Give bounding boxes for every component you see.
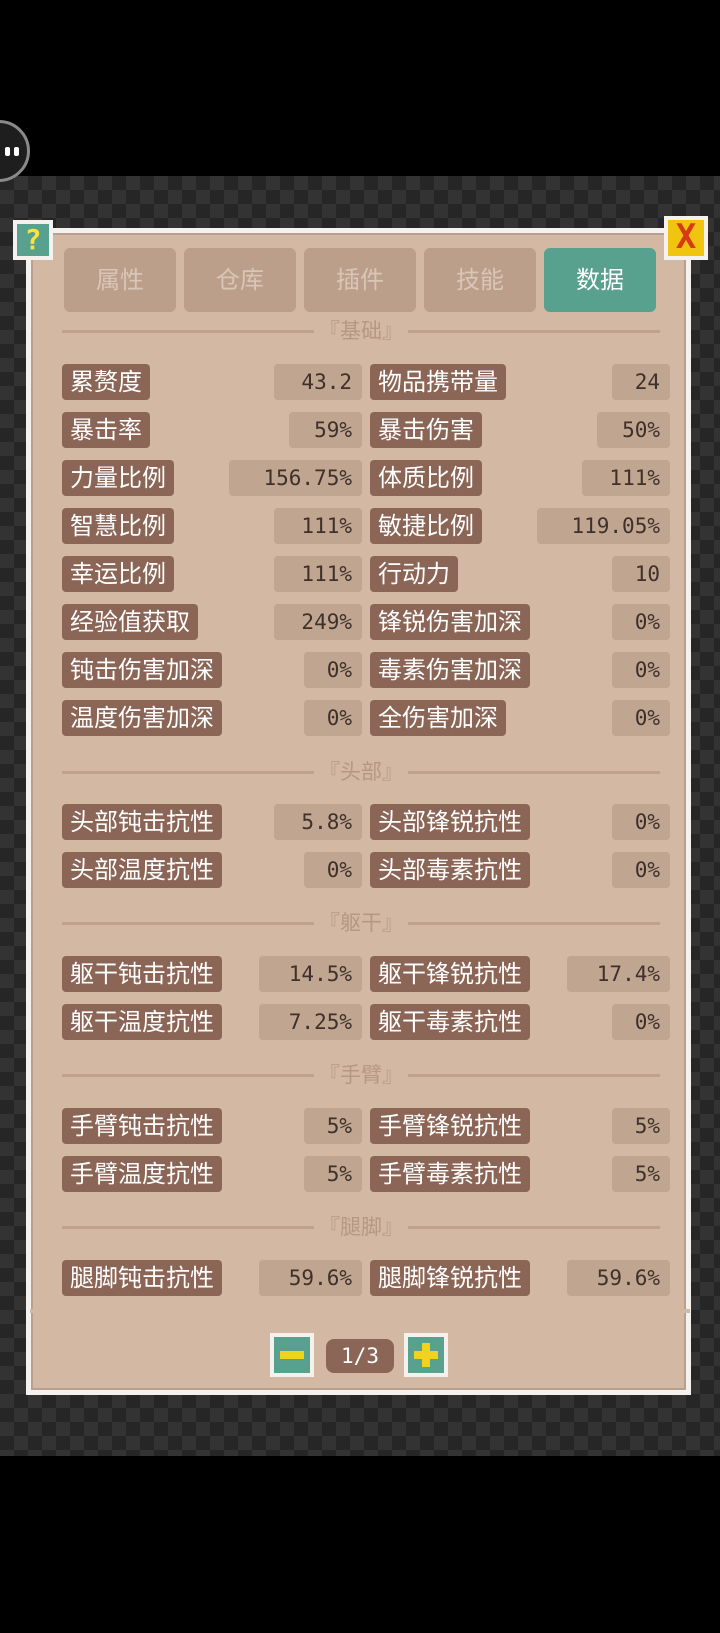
next-page-button[interactable]	[404, 1333, 448, 1377]
stat-label: 头部温度抗性	[62, 852, 222, 888]
stat-value: 0%	[612, 652, 670, 688]
stat-label: 敏捷比例	[370, 508, 482, 544]
stat-value: 0%	[612, 804, 670, 840]
stat-label: 躯干毒素抗性	[370, 1004, 530, 1040]
stat-label: 头部锋锐抗性	[370, 804, 530, 840]
section-header-head: 『头部』	[62, 757, 660, 787]
tab-skills[interactable]: 技能	[424, 248, 536, 312]
stat-value: 0%	[304, 852, 362, 888]
stat-value: 5%	[612, 1108, 670, 1144]
tab-attributes[interactable]: 属性	[64, 248, 176, 312]
stat-value: 119.05%	[537, 508, 670, 544]
stat-value: 24	[612, 364, 670, 400]
stat-label: 毒素伤害加深	[370, 652, 530, 688]
stat-value: 0%	[304, 700, 362, 736]
page-indicator: 1/3	[326, 1339, 394, 1373]
stat-value: 111%	[274, 556, 362, 592]
stat-value: 0%	[612, 700, 670, 736]
stat-value: 14.5%	[259, 956, 362, 992]
minus-icon	[280, 1351, 304, 1359]
stat-label: 暴击伤害	[370, 412, 482, 448]
stat-label: 腿脚钝击抗性	[62, 1260, 222, 1296]
stat-value: 7.25%	[259, 1004, 362, 1040]
stat-value: 5%	[304, 1108, 362, 1144]
stat-label: 行动力	[370, 556, 458, 592]
stat-value: 59.6%	[567, 1260, 670, 1296]
stat-label: 物品携带量	[370, 364, 506, 400]
stat-label: 手臂温度抗性	[62, 1156, 222, 1192]
stat-value: 0%	[304, 652, 362, 688]
stat-label: 力量比例	[62, 460, 174, 496]
stat-label: 手臂钝击抗性	[62, 1108, 222, 1144]
stat-value: 5%	[612, 1156, 670, 1192]
stat-value: 43.2	[274, 364, 362, 400]
stat-value: 0%	[612, 1004, 670, 1040]
stat-value: 111%	[274, 508, 362, 544]
avatar-eye-left	[5, 147, 10, 156]
stat-label: 手臂毒素抗性	[370, 1156, 530, 1192]
stat-value: 0%	[612, 604, 670, 640]
stat-label: 钝击伤害加深	[62, 652, 222, 688]
tab-storage[interactable]: 仓库	[184, 248, 296, 312]
help-button[interactable]: ?	[13, 220, 53, 260]
stat-value: 10	[612, 556, 670, 592]
stat-label: 手臂锋锐抗性	[370, 1108, 530, 1144]
stat-label: 经验值获取	[62, 604, 198, 640]
stat-value: 156.75%	[229, 460, 362, 496]
section-header-arms: 『手臂』	[62, 1060, 660, 1090]
stat-label: 头部钝击抗性	[62, 804, 222, 840]
stat-label: 全伤害加深	[370, 700, 506, 736]
avatar-button[interactable]	[0, 120, 30, 182]
stat-label: 腿脚锋锐抗性	[370, 1260, 530, 1296]
section-header-basic: 『基础』	[62, 316, 660, 346]
section-header-torso: 『躯干』	[62, 908, 660, 938]
avatar-eye-right	[14, 147, 19, 156]
stat-value: 5%	[304, 1156, 362, 1192]
stat-value: 249%	[274, 604, 362, 640]
section-header-legs: 『腿脚』	[62, 1212, 660, 1242]
list-clip-edge	[30, 1309, 690, 1313]
stat-label: 体质比例	[370, 460, 482, 496]
stat-value: 111%	[582, 460, 670, 496]
stat-label: 累赘度	[62, 364, 150, 400]
stat-label: 温度伤害加深	[62, 700, 222, 736]
stat-label: 锋锐伤害加深	[370, 604, 530, 640]
close-button[interactable]: X	[664, 216, 708, 260]
stat-value: 59%	[289, 412, 362, 448]
stat-value: 17.4%	[567, 956, 670, 992]
stat-value: 59.6%	[259, 1260, 362, 1296]
stat-label: 智慧比例	[62, 508, 174, 544]
stat-value: 50%	[597, 412, 670, 448]
stat-label: 躯干钝击抗性	[62, 956, 222, 992]
stat-label: 幸运比例	[62, 556, 174, 592]
stat-label: 躯干温度抗性	[62, 1004, 222, 1040]
stat-label: 头部毒素抗性	[370, 852, 530, 888]
tab-data[interactable]: 数据	[544, 248, 656, 312]
plus-icon-vertical	[422, 1343, 430, 1367]
stat-value: 5.8%	[274, 804, 362, 840]
stat-label: 暴击率	[62, 412, 150, 448]
stat-label: 躯干锋锐抗性	[370, 956, 530, 992]
stat-value: 0%	[612, 852, 670, 888]
tab-plugins[interactable]: 插件	[304, 248, 416, 312]
tab-bar: 属性 仓库 插件 技能 数据	[64, 248, 656, 314]
prev-page-button[interactable]	[270, 1333, 314, 1377]
